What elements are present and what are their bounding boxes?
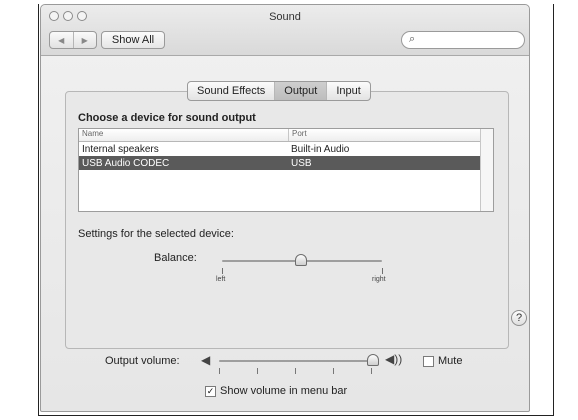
balance-left-tick [222, 268, 223, 274]
balance-label: Balance: [154, 252, 197, 264]
output-volume-ticks [219, 368, 373, 374]
tab-sound-effects[interactable]: Sound Effects [188, 82, 276, 100]
balance-right-label: right [372, 276, 386, 283]
search-input[interactable]: ⌕ [401, 31, 525, 49]
table-header: Name Port [79, 129, 493, 142]
output-settings-panel: Choose a device for sound output Name Po… [65, 91, 509, 349]
output-volume-label: Output volume: [105, 355, 180, 367]
speaker-low-icon: ◀ [201, 353, 211, 367]
balance-slider-thumb[interactable] [295, 254, 307, 266]
show-all-button[interactable]: Show All [101, 31, 165, 49]
tab-output[interactable]: Output [275, 82, 328, 100]
balance-left-label: left [216, 276, 226, 283]
back-button[interactable]: ◀ [50, 32, 74, 48]
back-icon: ◀ [58, 35, 65, 45]
output-device-table: Name Port Internal speakers Built-in Aud… [78, 128, 494, 212]
device-row-usb-audio-codec[interactable]: USB Audio CODEC USB [79, 156, 493, 170]
volume-tick [257, 368, 258, 374]
speaker-high-icon: ◀)) [385, 352, 403, 366]
port-column-header[interactable]: Port [289, 129, 307, 141]
title-bar: Sound ◀ ▶ Show All ⌕ [41, 5, 529, 56]
settings-selected-device-label: Settings for the selected device: [78, 228, 234, 240]
forward-button[interactable]: ▶ [74, 32, 97, 48]
window-title: Sound [269, 11, 301, 23]
screenshot-frame: Sound ◀ ▶ Show All ⌕ Choose a device for… [0, 0, 578, 420]
back-forward-buttons: ◀ ▶ [49, 31, 97, 49]
checkmark-icon: ✓ [206, 385, 215, 396]
device-port: Built-in Audio [291, 143, 350, 155]
volume-tick [219, 368, 220, 374]
device-name: Internal speakers [82, 143, 159, 155]
choose-device-label: Choose a device for sound output [78, 112, 256, 124]
show-volume-control[interactable]: ✓ Show volume in menu bar [205, 385, 347, 397]
volume-tick [295, 368, 296, 374]
output-volume-slider-track[interactable] [219, 360, 373, 362]
name-column-header[interactable]: Name [79, 129, 289, 141]
balance-right-tick [382, 268, 383, 274]
device-table-scrollbar[interactable] [480, 129, 493, 211]
sound-preferences-window: Sound ◀ ▶ Show All ⌕ Choose a device for… [40, 4, 530, 412]
device-name: USB Audio CODEC [82, 157, 170, 169]
show-volume-label: Show volume in menu bar [220, 385, 348, 397]
device-row-internal-speakers[interactable]: Internal speakers Built-in Audio [79, 142, 493, 156]
volume-tick [333, 368, 334, 374]
device-port: USB [291, 157, 312, 169]
show-volume-checkbox[interactable]: ✓ [205, 385, 216, 397]
preferences-content: Choose a device for sound output Name Po… [41, 55, 529, 412]
forward-icon: ▶ [81, 35, 88, 45]
volume-tick [371, 368, 372, 374]
mute-checkbox[interactable] [423, 355, 434, 367]
output-volume-slider-thumb[interactable] [367, 354, 379, 366]
mute-label: Mute [438, 355, 463, 367]
help-button[interactable]: ? [511, 310, 527, 326]
tab-input[interactable]: Input [327, 82, 369, 100]
mute-control[interactable]: Mute [423, 355, 462, 367]
sound-tab-bar: Sound Effects Output Input [187, 81, 371, 101]
help-icon: ? [515, 312, 523, 324]
search-icon: ⌕ [409, 33, 416, 45]
